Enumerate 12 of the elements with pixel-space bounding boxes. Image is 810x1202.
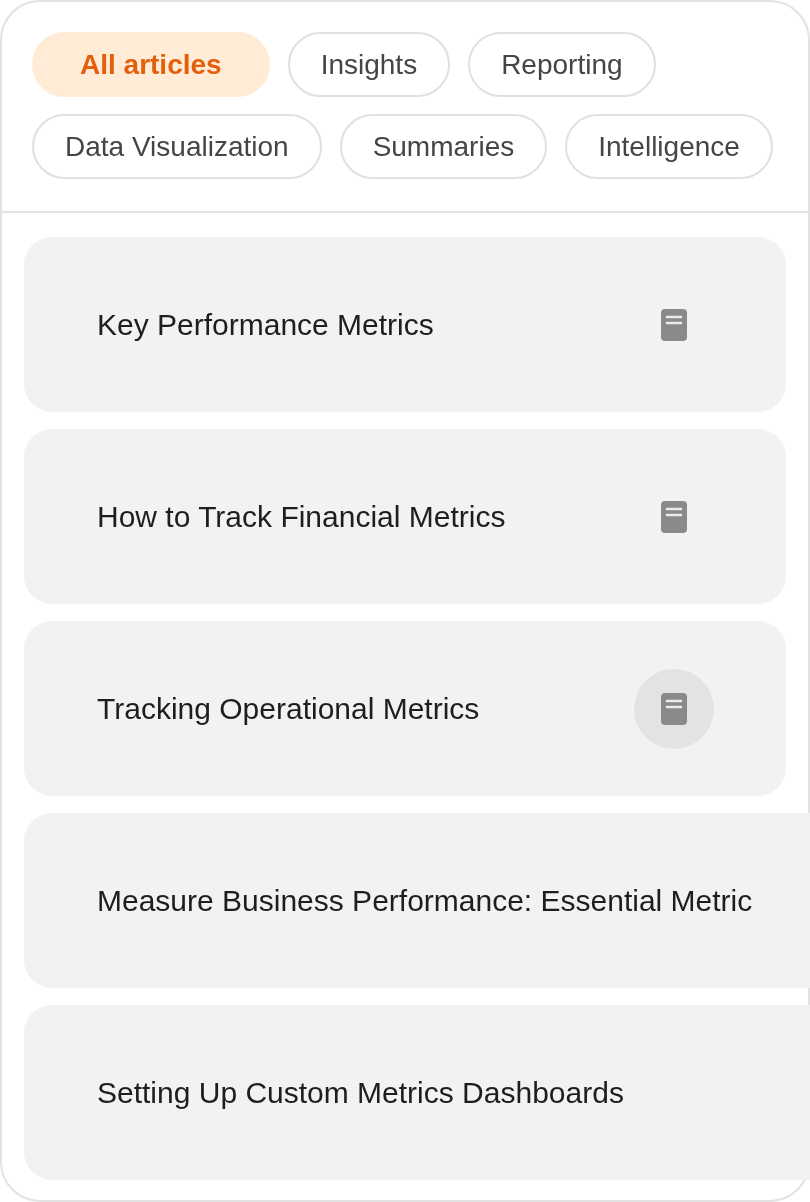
document-icon[interactable] (661, 500, 687, 533)
document-icon[interactable] (661, 308, 687, 341)
filter-chip[interactable]: Data Visualization (32, 114, 322, 179)
filter-chip[interactable]: Reporting (468, 32, 656, 97)
article-card[interactable]: Setting Up Custom Metrics Dashboards (24, 1005, 810, 1180)
filter-chip[interactable]: Intelligence (565, 114, 773, 179)
filter-chip[interactable]: Summaries (339, 114, 548, 179)
article-card[interactable]: Tracking Operational Metrics (24, 621, 786, 796)
filter-chip[interactable]: Insights (287, 32, 451, 97)
article-card[interactable]: Key Performance Metrics (24, 237, 786, 412)
article-card[interactable]: Measure Business Performance: Essential Metric (24, 813, 810, 988)
article-card[interactable]: How to Track Financial Metrics (24, 429, 786, 604)
